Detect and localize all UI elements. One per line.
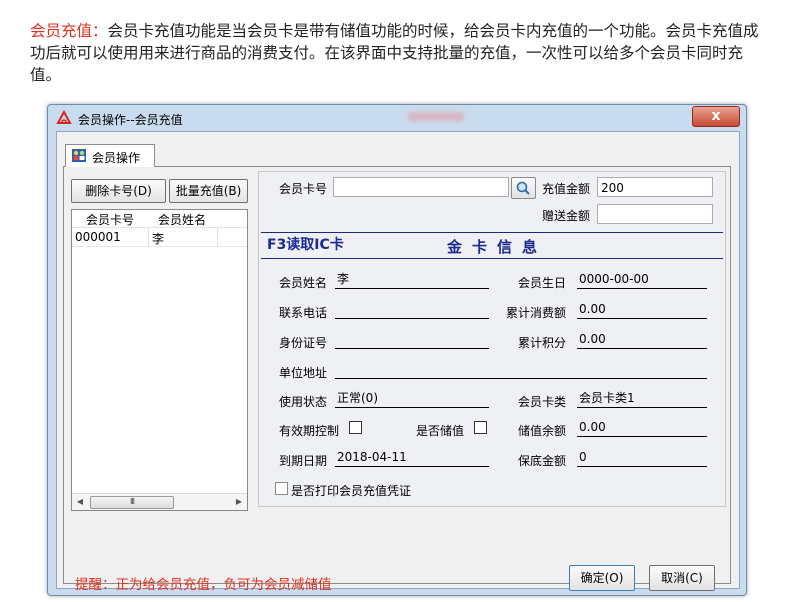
card-no-input[interactable] xyxy=(333,177,509,197)
tab-label: 会员操作 xyxy=(92,151,141,165)
card-no-label: 会员卡号 xyxy=(279,182,328,196)
stored-value-checkbox[interactable] xyxy=(474,421,487,434)
search-icon xyxy=(516,181,530,195)
member-birthday-label: 会员生日 xyxy=(518,276,567,290)
gift-amount-label: 赠送金额 xyxy=(542,209,591,223)
member-name-label: 会员姓名 xyxy=(279,276,328,290)
scroll-thumb[interactable]: III xyxy=(90,496,174,509)
card-list-header: 会员卡号 会员姓名 xyxy=(72,210,247,228)
phone-label: 联系电话 xyxy=(279,306,328,320)
total-consume-value: 0.00 xyxy=(577,301,707,319)
dialog-client-area: 会员操作 删除卡号(D) 批量充值(B) 会员卡号 会员姓名 000001 李 … xyxy=(56,131,740,593)
cell-card-no: 000001 xyxy=(75,230,121,244)
member-name-value: 李 xyxy=(335,271,489,289)
batch-recharge-button[interactable]: 批量充值(B) xyxy=(169,179,248,203)
member-info-panel: 会员卡号 充值金额 200 赠送金额 F3读取IC卡 金卡信息 会员姓名 李 会… xyxy=(258,171,726,507)
cancel-button[interactable]: 取消(C) xyxy=(649,565,715,591)
members-icon xyxy=(72,149,86,162)
usage-status-label: 使用状态 xyxy=(279,395,328,409)
close-button[interactable]: x xyxy=(692,106,740,127)
gift-amount-input[interactable] xyxy=(597,204,713,224)
blurred-title-text xyxy=(408,112,464,121)
tab-member-operation[interactable]: 会员操作 xyxy=(65,144,155,167)
stored-value-label: 是否储值 xyxy=(416,424,465,438)
address-value xyxy=(335,361,707,379)
guarantee-amount-value: 0 xyxy=(577,449,707,467)
print-receipt-checkbox[interactable] xyxy=(275,482,288,495)
scroll-left-icon[interactable]: ◀ xyxy=(75,497,85,507)
expire-date-label: 到期日期 xyxy=(279,454,328,468)
section-top-rule xyxy=(261,232,723,233)
usage-status-value: 正常(0) xyxy=(335,390,489,408)
intro-body: 会员卡充值功能是当会员卡是带有储值功能的时候，给会员卡内充值的一个功能。会员卡充… xyxy=(30,22,759,84)
intro-text: 会员充值：会员卡充值功能是当会员卡是带有储值功能的时候，给会员卡内充值的一个功能… xyxy=(30,20,770,86)
card-type-value: 会员卡类1 xyxy=(577,390,707,408)
member-birthday-value: 0000-00-00 xyxy=(577,271,707,289)
total-points-label: 累计积分 xyxy=(518,336,567,350)
total-points-value: 0.00 xyxy=(577,331,707,349)
recharge-amount-label: 充值金额 xyxy=(542,182,591,196)
card-info-title: 金卡信息 xyxy=(447,238,548,256)
address-label: 单位地址 xyxy=(279,366,328,380)
cell-name: 李 xyxy=(152,232,165,246)
delete-card-button[interactable]: 删除卡号(D) xyxy=(71,179,166,203)
guarantee-amount-label: 保底金额 xyxy=(518,454,567,468)
phone-value xyxy=(335,301,489,319)
id-number-value xyxy=(335,331,489,349)
expire-date-value: 2018-04-11 xyxy=(335,449,489,467)
scroll-right-icon[interactable]: ▶ xyxy=(234,497,244,507)
table-row[interactable]: 000001 李 xyxy=(72,228,247,247)
validity-control-checkbox[interactable] xyxy=(349,421,362,434)
validity-control-label: 有效期控制 xyxy=(279,424,340,438)
window-title: 会员操作--会员充值 xyxy=(78,113,183,127)
reminder-text: 提醒：正为给会员充值，负可为会员减储值 xyxy=(75,577,332,593)
tab-panel: 删除卡号(D) 批量充值(B) 会员卡号 会员姓名 000001 李 ◀ III… xyxy=(63,166,731,593)
search-button[interactable] xyxy=(511,177,536,199)
total-consume-label: 累计消费额 xyxy=(506,306,567,320)
id-number-label: 身份证号 xyxy=(279,336,328,350)
app-logo-icon xyxy=(56,110,72,124)
ok-button[interactable]: 确定(O) xyxy=(569,565,635,591)
title-bar[interactable]: 会员操作--会员充值 x xyxy=(48,105,746,131)
section-bottom-rule xyxy=(261,258,723,259)
intro-highlight: 会员充值： xyxy=(30,22,108,40)
horizontal-scrollbar[interactable]: ◀ III ▶ xyxy=(72,493,247,510)
print-receipt-label: 是否打印会员充值凭证 xyxy=(291,484,412,498)
column-header-card-no[interactable]: 会员卡号 xyxy=(86,211,134,228)
recharge-dialog: 会员操作--会员充值 x 会员操作 删除卡号(D) 批量充值(B) 会员卡号 会… xyxy=(47,104,747,596)
column-header-name[interactable]: 会员姓名 xyxy=(158,211,206,228)
card-type-label: 会员卡类 xyxy=(518,395,567,409)
read-ic-card-link[interactable]: F3读取IC卡 xyxy=(267,234,344,254)
recharge-amount-input[interactable]: 200 xyxy=(597,177,713,197)
card-list[interactable]: 会员卡号 会员姓名 000001 李 ◀ III ▶ xyxy=(71,209,248,511)
balance-label: 储值余额 xyxy=(518,424,567,438)
balance-value: 0.00 xyxy=(577,419,707,437)
